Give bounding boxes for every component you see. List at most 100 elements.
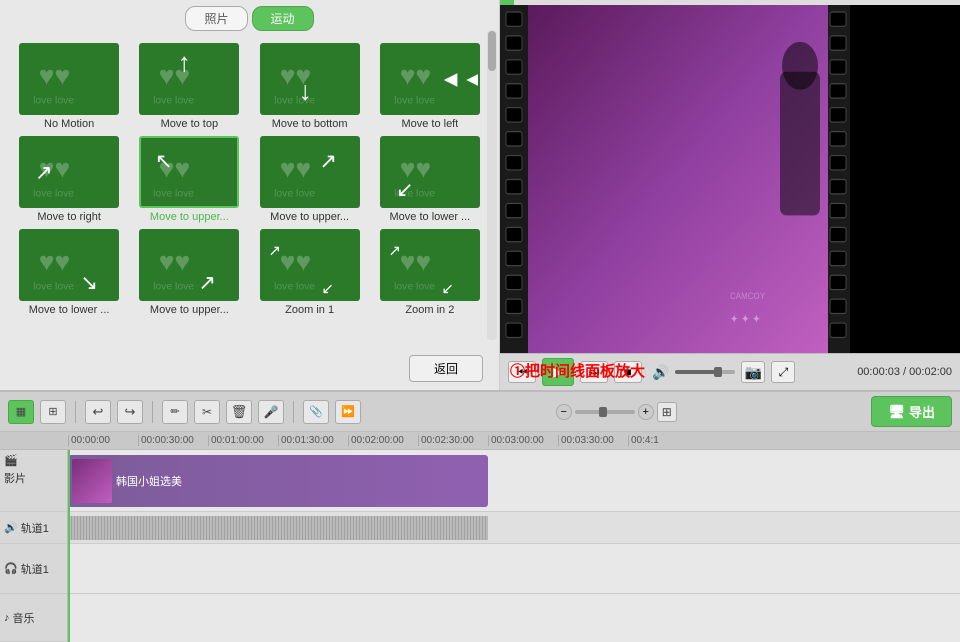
svg-text:↙: ↙ bbox=[396, 179, 413, 202]
timeline-ruler: 00:00:00 00:00:30:00 00:01:00:00 00:01:3… bbox=[0, 432, 960, 450]
cut-button[interactable]: ✂ bbox=[194, 400, 220, 424]
audio1-label: 轨道1 bbox=[21, 520, 49, 536]
headphone-icon: 🎧 bbox=[4, 562, 18, 575]
ruler-mark-0: 00:00:00 bbox=[68, 435, 138, 446]
scrollbar-thumb[interactable] bbox=[488, 31, 496, 71]
clip-label: 韩国小姐选美 bbox=[116, 473, 182, 489]
edit-button[interactable]: ✏ bbox=[162, 400, 188, 424]
delete-button[interactable]: 🗑 bbox=[226, 400, 252, 424]
motion-item-move-lower-left[interactable]: ♥♥love love↙ Move to lower ... bbox=[373, 136, 487, 223]
volume-icon: 🔊 bbox=[652, 364, 669, 381]
scrollbar[interactable] bbox=[487, 30, 497, 340]
track-label-audio2: 🎧 轨道1 bbox=[0, 544, 67, 594]
svg-text:↗: ↗ bbox=[319, 150, 336, 173]
audio-wave-track bbox=[68, 512, 960, 544]
motion-label-move-upper-right: Move to upper... bbox=[270, 211, 349, 223]
motion-item-move-left[interactable]: ♥♥ love love ◄◄ Move to left bbox=[373, 43, 487, 130]
motion-label-move-lower-left: Move to lower ... bbox=[390, 211, 471, 223]
svg-text:◄◄: ◄◄ bbox=[439, 66, 478, 92]
annotation-text: ①把时间线面板放大 bbox=[510, 360, 645, 381]
zoom-out-button[interactable]: − bbox=[556, 404, 572, 420]
motion-item-move-bottom[interactable]: ♥♥love love↓ Move to bottom bbox=[253, 43, 367, 130]
music-label: 音乐 bbox=[13, 610, 35, 626]
time-display: 00:00:03 / 00:02:00 bbox=[857, 366, 952, 378]
video-clip[interactable]: 韩国小姐选美 bbox=[68, 455, 488, 507]
clip-thumbnail bbox=[72, 459, 112, 503]
svg-text:love love: love love bbox=[33, 282, 74, 293]
export-label: 导出 bbox=[909, 402, 935, 421]
svg-text:love love: love love bbox=[33, 96, 74, 107]
timeline-toolbar: ▦ ⊞ ↩ ↪ ✏ ✂ 🗑 🎤 📎 ⏩ − + ⊞ 🖥 导出 bbox=[0, 390, 960, 432]
motion-item-no-motion[interactable]: ♥♥love love No Motion bbox=[12, 43, 126, 130]
svg-text:love love: love love bbox=[274, 189, 315, 200]
zoom-slider[interactable] bbox=[575, 410, 635, 414]
video-label: 影片 bbox=[4, 470, 26, 486]
toolbar-separator-3 bbox=[293, 401, 294, 423]
audio2-label: 轨道1 bbox=[21, 561, 49, 577]
svg-text:↗: ↗ bbox=[35, 162, 52, 185]
motion-item-move-upper-2[interactable]: ♥♥love love↗ Move to upper... bbox=[132, 229, 246, 316]
audio1-icon: 🔊 bbox=[4, 521, 18, 534]
svg-text:✦ ✦ ✦: ✦ ✦ ✦ bbox=[730, 313, 761, 326]
motion-item-move-upper-right[interactable]: ♥♥ love love ↗ Move to upper... bbox=[253, 136, 367, 223]
ruler-mark-3: 00:01:30:00 bbox=[278, 435, 348, 446]
detach-audio-btn[interactable]: 📎 bbox=[303, 400, 329, 424]
motion-label-move-upper-2: Move to upper... bbox=[150, 304, 229, 316]
svg-text:♥♥: ♥♥ bbox=[400, 61, 431, 91]
svg-text:♥♥: ♥♥ bbox=[279, 247, 310, 277]
motion-label-move-top: Move to top bbox=[161, 118, 218, 130]
motion-label-move-right: Move to right bbox=[37, 211, 101, 223]
motion-item-move-lower-right[interactable]: ♥♥love love↘ Move to lower ... bbox=[12, 229, 126, 316]
expand-button[interactable]: ⤢ bbox=[771, 361, 795, 383]
svg-text:love love: love love bbox=[394, 96, 435, 107]
ruler-marks: 00:00:00 00:00:30:00 00:01:00:00 00:01:3… bbox=[68, 435, 698, 446]
svg-text:♥♥: ♥♥ bbox=[39, 247, 70, 277]
music-track bbox=[68, 594, 960, 642]
music-icon: ♪ bbox=[4, 612, 10, 624]
tab-motion[interactable]: 运动 bbox=[252, 6, 314, 31]
motion-item-zoom-in-1[interactable]: ♥♥love love↗↙ Zoom in 1 bbox=[253, 229, 367, 316]
svg-text:love love: love love bbox=[274, 282, 315, 293]
motion-item-move-top[interactable]: ♥♥love love↑ Move to top bbox=[132, 43, 246, 130]
svg-text:love love: love love bbox=[33, 189, 74, 200]
motion-item-zoom-in-2[interactable]: ♥♥love love↗↙ Zoom in 2 bbox=[373, 229, 487, 316]
motion-item-move-right[interactable]: ♥♥love love↗ Move to right bbox=[12, 136, 126, 223]
tab-photos[interactable]: 照片 bbox=[185, 6, 247, 31]
svg-text:♥♥: ♥♥ bbox=[279, 154, 310, 184]
redo-button[interactable]: ↪ bbox=[117, 400, 143, 424]
motion-label-move-bottom: Move to bottom bbox=[272, 118, 348, 130]
ruler-mark-1: 00:00:30:00 bbox=[138, 435, 208, 446]
svg-text:love love: love love bbox=[153, 189, 194, 200]
export-button[interactable]: 🖥 导出 bbox=[871, 396, 952, 427]
zoom-controls: − + ⊞ bbox=[556, 402, 677, 422]
motion-tabs: 照片 运动 bbox=[0, 0, 499, 37]
fit-button[interactable]: ⊞ bbox=[657, 402, 677, 422]
screenshot-button[interactable]: 📷 bbox=[741, 361, 765, 383]
motion-grid: ♥♥love love No Motion ♥♥love love↑ Move … bbox=[0, 37, 499, 322]
motion-label-zoom-in-1: Zoom in 1 bbox=[285, 304, 334, 316]
track-content-area: 韩国小姐选美 bbox=[68, 450, 960, 642]
wave-visual bbox=[68, 516, 488, 540]
svg-text:↓: ↓ bbox=[298, 76, 311, 106]
track-label-music: ♪ 音乐 bbox=[0, 594, 67, 642]
back-button[interactable]: 返回 bbox=[409, 355, 483, 382]
svg-text:love love: love love bbox=[153, 96, 194, 107]
speed-btn[interactable]: ⏩ bbox=[335, 400, 361, 424]
storyboard-btn[interactable]: ⊞ bbox=[40, 400, 66, 424]
svg-text:love love: love love bbox=[394, 282, 435, 293]
svg-text:♥♥: ♥♥ bbox=[39, 61, 70, 91]
voice-button[interactable]: 🎤 bbox=[258, 400, 284, 424]
volume-slider[interactable] bbox=[675, 370, 735, 374]
motion-panel: 照片 运动 ♥♥love love No Motion ♥♥love love↑… bbox=[0, 0, 500, 390]
timeline-view-btn[interactable]: ▦ bbox=[8, 400, 34, 424]
ruler-mark-8: 00:4:1 bbox=[628, 435, 698, 446]
video-track: 韩国小姐选美 bbox=[68, 450, 960, 512]
audio-track-1 bbox=[68, 544, 960, 594]
zoom-in-button[interactable]: + bbox=[638, 404, 654, 420]
preview-panel: ✦ ✦ ✦ CAMCOY bbox=[500, 0, 960, 390]
motion-label-move-left: Move to left bbox=[401, 118, 458, 130]
ruler-mark-6: 00:03:00:00 bbox=[488, 435, 558, 446]
svg-text:↗: ↗ bbox=[268, 243, 281, 260]
motion-item-move-upper-left[interactable]: ♥♥love love↖ Move to upper... bbox=[132, 136, 246, 223]
undo-button[interactable]: ↩ bbox=[85, 400, 111, 424]
